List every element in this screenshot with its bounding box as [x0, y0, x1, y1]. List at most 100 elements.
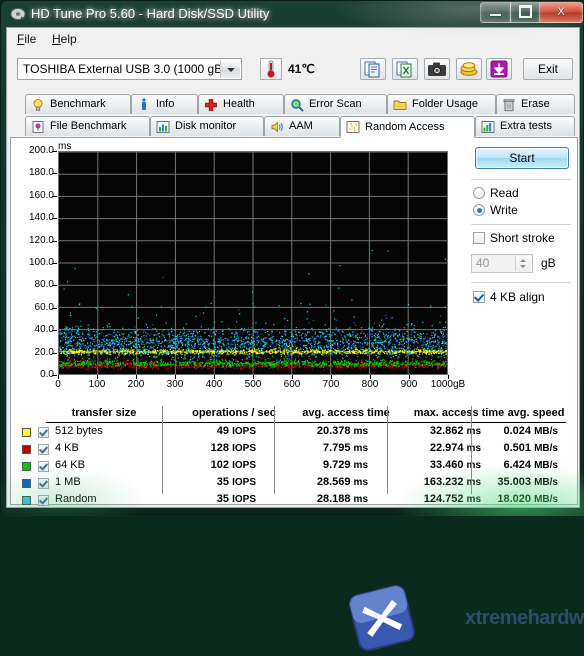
operations-per-sec-value: 35 IOPS [176, 476, 256, 488]
tab-extra-tests[interactable]: Extra tests [475, 116, 575, 136]
tab-error-scan[interactable]: Error Scan [284, 94, 387, 114]
camera-icon [425, 59, 449, 79]
y-tick-mark [52, 353, 57, 354]
drive-select-value: TOSHIBA External USB 3.0 (1000 gB) [23, 62, 226, 76]
y-tick-mark [52, 151, 57, 152]
y-tick-label: 120.0 [14, 235, 54, 246]
tab-erase[interactable]: Erase [496, 94, 575, 114]
x-tick-label: 100 [77, 379, 117, 390]
series-color-swatch [22, 428, 31, 437]
x-tick-label: 700 [311, 379, 351, 390]
watermark-logo-icon [344, 580, 419, 655]
tab-aam-label: AAM [289, 117, 313, 136]
tab-benchmark[interactable]: Benchmark [25, 94, 131, 114]
y-tick-label: 60.0 [14, 302, 54, 313]
y-tick-mark [52, 196, 57, 197]
client-area: FFileile Help TOSHIBA External USB 3.0 (… [6, 27, 580, 508]
column-divider [162, 406, 163, 494]
transfer-size-label: 1 MB [55, 476, 81, 488]
lightbulb-icon [31, 98, 45, 112]
tab-folder-usage-label: Folder Usage [412, 95, 478, 114]
download-button[interactable] [486, 58, 512, 80]
read-radio-label: Read [490, 186, 519, 200]
menu-file[interactable]: FFileile [17, 32, 36, 46]
read-radio-indicator [473, 187, 485, 199]
tab-extra-tests-label: Extra tests [500, 117, 552, 136]
tab-disk-monitor[interactable]: Disk monitor [150, 116, 264, 136]
copy-icon [361, 59, 385, 79]
maximize-button[interactable] [510, 2, 540, 23]
drive-select[interactable]: TOSHIBA External USB 3.0 (1000 gB) [17, 58, 242, 80]
export-excel-button[interactable] [392, 58, 418, 80]
align-check-indicator [473, 291, 485, 303]
transfer-size-label: 512 bytes [55, 425, 103, 437]
y-tick-label: 20.0 [14, 347, 54, 358]
column-divider [471, 406, 472, 494]
tab-file-benchmark[interactable]: File Benchmark [25, 116, 150, 136]
minimize-button[interactable] [480, 2, 511, 23]
table-row[interactable]: 64 KB102 IOPS9.729 ms33.460 ms6.424 MB/s [16, 458, 574, 475]
exit-button[interactable]: Exit [523, 58, 573, 80]
file-benchmark-icon [31, 120, 45, 134]
chevron-down-icon[interactable] [220, 60, 240, 78]
tab-random-access-label: Random Access [365, 117, 444, 138]
short-stroke-input[interactable]: 40 [471, 254, 533, 273]
series-visibility-checkbox[interactable] [38, 478, 49, 489]
series-visibility-checkbox[interactable] [38, 427, 49, 438]
menu-bar: FFileile Help [7, 28, 579, 50]
tab-folder-usage[interactable]: Folder Usage [387, 94, 496, 114]
y-tick-mark [52, 375, 57, 376]
tab-info[interactable]: Info [131, 94, 198, 114]
tab-bar: Benchmark Info Health Err [10, 94, 578, 138]
divider [471, 224, 571, 225]
temperature-value: 41℃ [288, 62, 315, 76]
title-bar[interactable]: HD Tune Pro 5.60 - Hard Disk/SSD Utility… [1, 1, 584, 27]
table-row[interactable]: 4 KB128 IOPS7.795 ms22.974 ms0.501 MB/s [16, 441, 574, 458]
y-tick-mark [52, 173, 57, 174]
y-tick-label: 140.0 [14, 212, 54, 223]
tab-random-access[interactable]: Random Access [340, 116, 475, 138]
tab-file-benchmark-label: File Benchmark [50, 117, 126, 136]
avg-access-time-value: 7.795 ms [288, 442, 368, 454]
table-row[interactable]: Random35 IOPS28.188 ms124.752 ms18.020 M… [16, 492, 574, 509]
max-access-time-value: 32.862 ms [401, 425, 481, 437]
series-visibility-checkbox[interactable] [38, 461, 49, 472]
tab-health-label: Health [223, 95, 255, 114]
avg-access-time-value: 20.378 ms [288, 425, 368, 437]
spinner-buttons[interactable] [515, 256, 531, 271]
toolbar: TOSHIBA External USB 3.0 (1000 gB) 41℃ [7, 50, 579, 92]
x-tick-label: 1000gB [428, 379, 468, 390]
series-visibility-checkbox[interactable] [38, 444, 49, 455]
close-button[interactable]: X [539, 2, 583, 23]
red-cross-icon [204, 98, 218, 112]
tab-health[interactable]: Health [198, 94, 284, 114]
max-access-time-value: 163.232 ms [401, 476, 481, 488]
magnifier-icon [290, 98, 304, 112]
operations-per-sec-value: 49 IOPS [176, 425, 256, 437]
tab-aam[interactable]: AAM [264, 116, 340, 136]
short-stroke-value: 40 [476, 256, 489, 270]
y-tick-label: 40.0 [14, 324, 54, 335]
screenshot-button[interactable] [424, 58, 450, 80]
x-tick-mark [214, 375, 215, 379]
series-color-swatch [22, 445, 31, 454]
donate-button[interactable] [456, 58, 482, 80]
menu-help[interactable]: Help [52, 32, 77, 46]
x-tick-mark [448, 375, 449, 379]
y-tick-label: 80.0 [14, 279, 54, 290]
avg-access-time-value: 9.729 ms [288, 459, 368, 471]
bar-chart-icon [156, 120, 170, 134]
table-row[interactable]: 512 bytes49 IOPS20.378 ms32.862 ms0.024 … [16, 424, 574, 441]
series-color-swatch [22, 462, 31, 471]
x-tick-mark [97, 375, 98, 379]
y-tick-mark [52, 285, 57, 286]
transfer-size-label: 4 KB [55, 442, 79, 454]
start-button[interactable]: Start [475, 147, 569, 169]
speaker-icon [270, 120, 284, 134]
x-tick-mark [175, 375, 176, 379]
series-visibility-checkbox[interactable] [38, 495, 49, 506]
copy-button[interactable] [360, 58, 386, 80]
table-row[interactable]: 1 MB35 IOPS28.569 ms163.232 ms35.003 MB/… [16, 475, 574, 492]
operations-per-sec-value: 128 IOPS [176, 442, 256, 454]
y-tick-mark [52, 263, 57, 264]
